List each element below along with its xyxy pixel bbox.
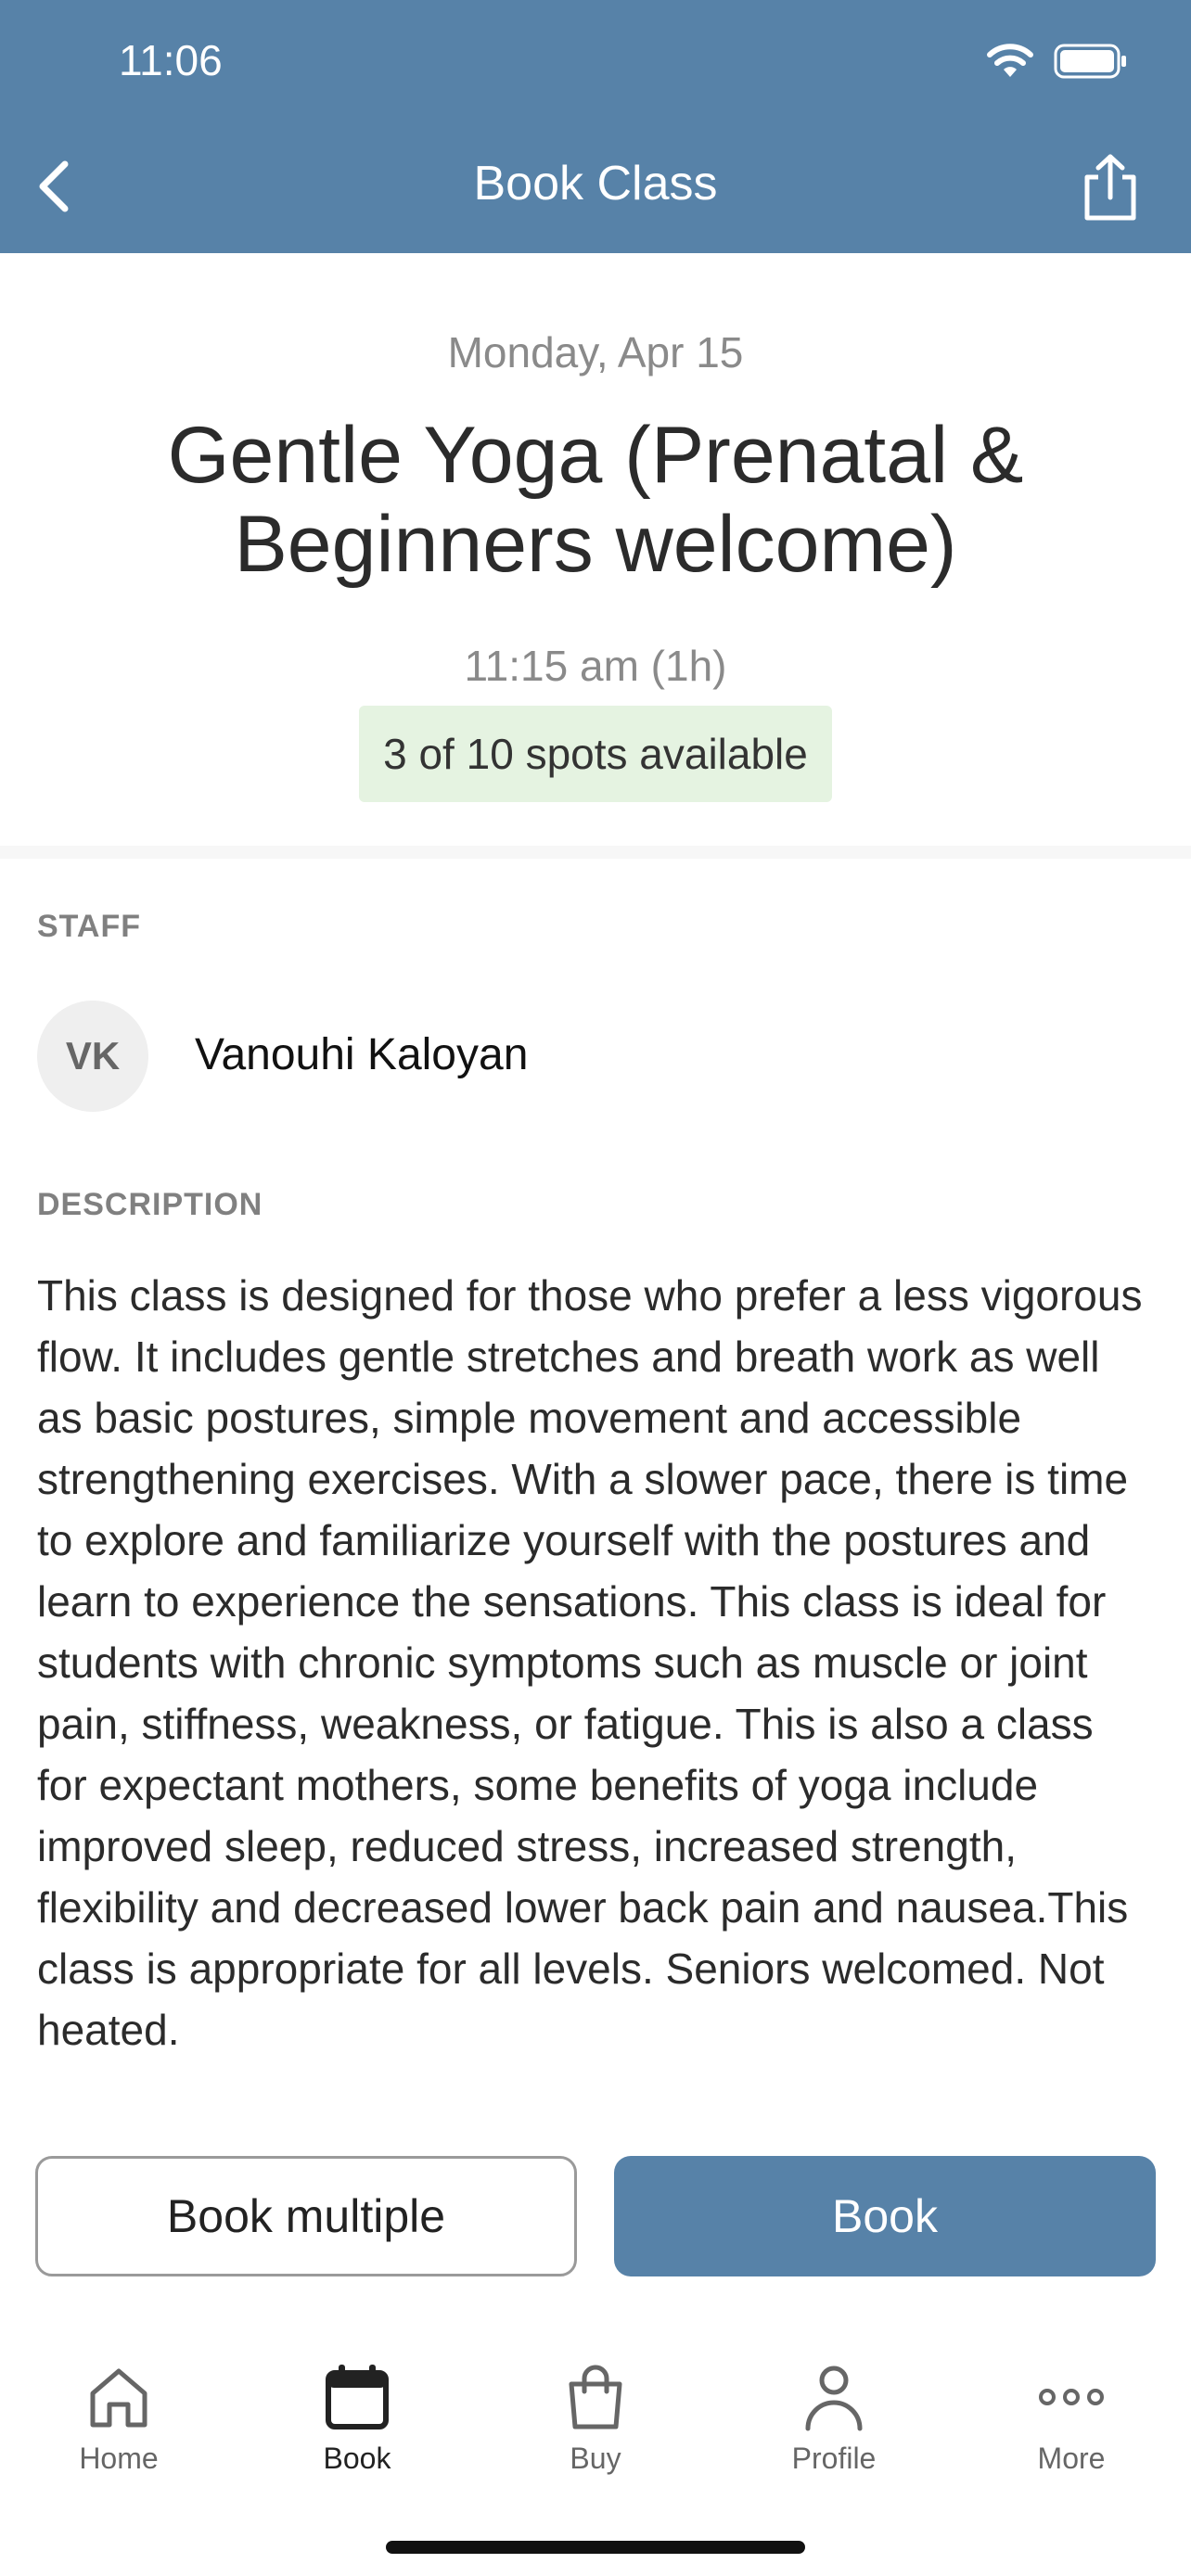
home-indicator [386, 2541, 805, 2554]
battery-icon [1054, 44, 1126, 79]
person-icon [805, 2366, 863, 2431]
spots-available-badge: 3 of 10 spots available [359, 706, 832, 802]
description-scroll-area[interactable]: This class is designed for those who pre… [37, 1265, 1150, 2093]
tab-label-buy: Buy [570, 2442, 621, 2475]
home-icon [90, 2368, 147, 2428]
status-time: 11:06 [119, 36, 223, 84]
tab-label-profile: Profile [791, 2442, 877, 2475]
book-multiple-button[interactable]: Book multiple [35, 2156, 577, 2276]
tab-profile[interactable]: Profile [741, 2360, 927, 2476]
class-title: Gentle Yoga (Prenatal & Beginners welcom… [167, 411, 1024, 589]
staff-section-label: STAFF [37, 909, 142, 944]
description-section-label: DESCRIPTION [37, 1187, 263, 1222]
tab-label-book: Book [323, 2442, 391, 2475]
page-title: Book Class [473, 157, 718, 210]
tab-label-home: Home [79, 2442, 159, 2475]
tab-label-more: More [1037, 2442, 1106, 2475]
staff-name[interactable]: Vanouhi Kaloyan [195, 1029, 528, 1080]
tab-buy[interactable]: Buy [503, 2360, 688, 2476]
status-icons [987, 43, 1128, 80]
class-date: Monday, Apr 15 [447, 328, 744, 376]
staff-avatar[interactable]: VK [37, 1001, 148, 1112]
tab-book[interactable]: Book [264, 2360, 450, 2476]
calendar-icon [326, 2365, 389, 2429]
book-button[interactable]: Book [614, 2156, 1156, 2276]
tab-more[interactable]: More [979, 2360, 1164, 2476]
tab-home[interactable]: Home [26, 2360, 211, 2476]
class-time: 11:15 am (1h) [464, 642, 727, 690]
class-summary: Monday, Apr 15 Gentle Yoga (Prenatal & B… [0, 253, 1191, 847]
shopping-bag-icon [569, 2365, 622, 2429]
more-icon [1039, 2389, 1104, 2405]
wifi-icon [987, 44, 1033, 77]
share-icon[interactable] [1076, 153, 1145, 222]
section-divider [0, 846, 1191, 859]
header: 11:06 Book Class [0, 0, 1191, 253]
description-text: This class is designed for those who pre… [37, 1271, 1143, 2054]
